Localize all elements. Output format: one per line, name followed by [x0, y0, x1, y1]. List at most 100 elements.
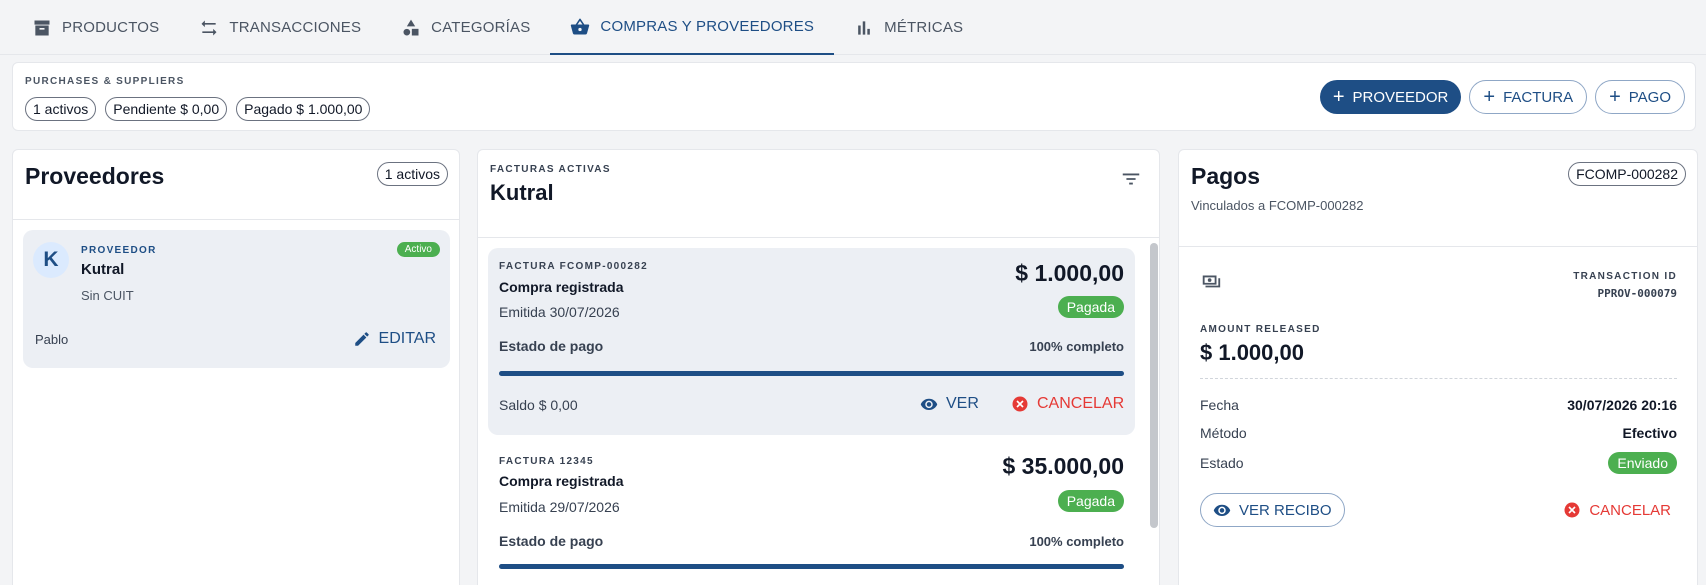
basket-icon	[571, 18, 590, 35]
invoices-title: Kutral	[490, 180, 554, 205]
progress-text: 100% completo	[1029, 534, 1124, 549]
tab-label: TRANSACCIONES	[229, 19, 362, 36]
cancel-payment-button[interactable]: CANCELAR	[1563, 501, 1671, 519]
status-badge: Pagada	[1057, 296, 1124, 318]
suppliers-header: Proveedores 1 activos	[13, 150, 459, 220]
payments-title: Pagos	[1191, 163, 1261, 189]
tab-metricas[interactable]: MÉTRICAS	[834, 0, 983, 55]
pending-chip: Pendiente $ 0,00	[105, 97, 228, 121]
supplier-caption: PROVEEDOR	[81, 245, 157, 256]
button-label: FACTURA	[1503, 88, 1574, 106]
progress-track	[499, 564, 1124, 569]
invoice-card[interactable]: FACTURA FCOMP-000282 Compra registrada E…	[488, 248, 1135, 435]
archive-icon	[34, 20, 50, 35]
fecha-row: Fecha 30/07/2026 20:16	[1200, 397, 1677, 413]
add-factura-button[interactable]: + FACTURA	[1469, 80, 1588, 114]
payments-header: Pagos FCOMP-000282 Vinculados a FCOMP-00…	[1179, 150, 1697, 247]
payments-subtitle: Vinculados a FCOMP-000282	[1191, 198, 1364, 213]
supplier-card[interactable]: K PROVEEDOR Kutral Sin CUIT Activo Pablo…	[23, 230, 450, 368]
main-nav: PRODUCTOS TRANSACCIONES CATEGORÍAS COMPR…	[0, 0, 1706, 55]
swap-icon	[201, 20, 217, 35]
paid-chip: Pagado $ 1.000,00	[236, 97, 371, 121]
cancel-invoice-button[interactable]: CANCELAR	[1011, 395, 1124, 413]
fecha-value: 30/07/2026 20:16	[1567, 397, 1677, 413]
status-badge: Enviado	[1608, 452, 1677, 474]
button-label: PAGO	[1628, 88, 1671, 106]
supplier-name: Kutral	[81, 261, 125, 278]
cancel-circle-icon	[1564, 502, 1580, 518]
invoice-date: Emitida 30/07/2026	[499, 304, 620, 320]
invoice-card[interactable]: FACTURA 12345 Compra registrada Emitida …	[488, 443, 1135, 585]
invoices-caption: FACTURAS ACTIVAS	[490, 164, 611, 175]
tab-compras-proveedores[interactable]: COMPRAS Y PROVEEDORES	[550, 0, 835, 55]
metodo-label: Método	[1200, 425, 1247, 441]
edit-supplier-button[interactable]: EDITAR	[353, 330, 436, 348]
invoice-amount: $ 35.000,00	[1002, 453, 1124, 479]
invoices-list: FACTURA FCOMP-000282 Compra registrada E…	[478, 238, 1159, 585]
add-pago-button[interactable]: + PAGO	[1595, 80, 1685, 114]
tab-productos[interactable]: PRODUCTOS	[12, 0, 179, 55]
summary-title: PURCHASES & SUPPLIERS	[25, 76, 185, 87]
scrollbar[interactable]	[1150, 243, 1158, 528]
supplier-contact: Pablo	[35, 332, 69, 347]
progress-text: 100% completo	[1029, 339, 1124, 354]
progress-track	[499, 371, 1124, 376]
progress-label: Estado de pago	[499, 338, 604, 354]
summary-bar: PURCHASES & SUPPLIERS 1 activos Pendient…	[12, 62, 1696, 131]
receipt-label: VER RECIBO	[1239, 501, 1332, 519]
view-receipt-button[interactable]: VER RECIBO	[1200, 493, 1345, 527]
payments-icon	[1202, 275, 1221, 288]
pencil-icon	[354, 332, 369, 346]
metodo-row: Método Efectivo	[1200, 425, 1677, 441]
add-proveedor-button[interactable]: + PROVEEDOR	[1319, 80, 1462, 114]
cancel-circle-icon	[1012, 396, 1028, 412]
metodo-value: Efectivo	[1622, 425, 1677, 441]
invoice-label: FACTURA FCOMP-000282	[499, 261, 648, 272]
plus-icon: +	[1332, 86, 1345, 108]
progress-fill	[499, 564, 1124, 569]
divider	[1200, 378, 1677, 379]
invoice-desc: Compra registrada	[499, 279, 624, 295]
eye-icon	[920, 398, 938, 410]
eye-icon	[1213, 504, 1231, 516]
view-label: VER	[946, 395, 979, 412]
suppliers-count-badge: 1 activos	[376, 162, 448, 186]
progress-label: Estado de pago	[499, 533, 604, 549]
button-label: PROVEEDOR	[1352, 88, 1449, 106]
cancel-label: CANCELAR	[1037, 395, 1125, 412]
view-invoice-button[interactable]: VER	[920, 395, 979, 413]
tab-categorias[interactable]: CATEGORÍAS	[381, 0, 550, 55]
avatar: K	[33, 242, 69, 278]
invoice-date: Emitida 29/07/2026	[499, 499, 620, 515]
suppliers-panel: Proveedores 1 activos K PROVEEDOR Kutral…	[12, 149, 460, 585]
estado-label: Estado	[1200, 455, 1244, 471]
transaction-id: PPROV-000079	[1597, 287, 1677, 300]
active-count-chip: 1 activos	[25, 97, 97, 121]
transaction-caption: TRANSACTION ID	[1573, 271, 1677, 282]
supplier-cuit: Sin CUIT	[81, 288, 134, 303]
tab-transacciones[interactable]: TRANSACCIONES	[179, 0, 381, 55]
amount-released: $ 1.000,00	[1200, 340, 1304, 365]
suppliers-title: Proveedores	[25, 163, 165, 189]
edit-label: EDITAR	[378, 330, 436, 347]
plus-icon: +	[1483, 86, 1496, 108]
summary-actions: + PROVEEDOR + FACTURA + PAGO	[1319, 80, 1685, 114]
tab-label: PRODUCTOS	[62, 19, 160, 36]
invoice-label: FACTURA 12345	[499, 456, 594, 467]
summary-chips: 1 activos Pendiente $ 0,00 Pagado $ 1.00…	[25, 97, 371, 121]
amount-caption: AMOUNT RELEASED	[1200, 324, 1321, 335]
tab-label: COMPRAS Y PROVEEDORES	[600, 18, 815, 35]
shapes-icon	[403, 19, 419, 35]
invoice-desc: Compra registrada	[499, 473, 624, 489]
invoice-amount: $ 1.000,00	[1015, 260, 1124, 286]
invoices-panel: FACTURAS ACTIVAS Kutral FACTURA FCOMP-00…	[477, 149, 1160, 585]
progress-fill	[499, 371, 1124, 376]
invoice-balance: Saldo $ 0,00	[499, 397, 578, 413]
plus-icon: +	[1609, 86, 1621, 108]
estado-row: Estado Enviado	[1200, 452, 1677, 474]
bar-chart-icon	[858, 20, 870, 35]
tab-label: MÉTRICAS	[884, 19, 964, 36]
tab-label: CATEGORÍAS	[431, 19, 531, 36]
filter-icon[interactable]	[1120, 168, 1142, 190]
invoices-header: FACTURAS ACTIVAS Kutral	[478, 150, 1159, 238]
